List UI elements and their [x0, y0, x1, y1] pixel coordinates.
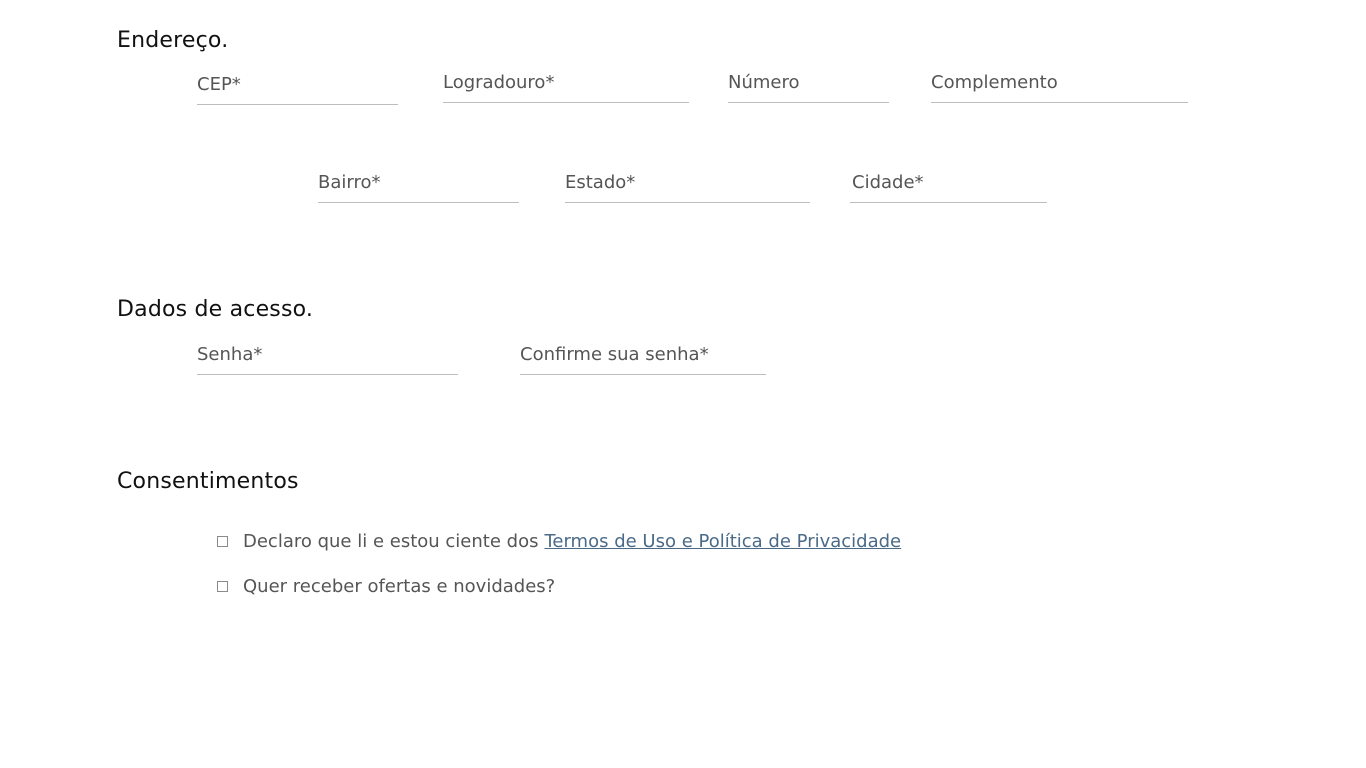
address-section-title: Endereço.	[117, 28, 229, 53]
confirm-password-input[interactable]	[520, 344, 766, 374]
complemento-field[interactable]: Complemento	[931, 72, 1188, 103]
terms-consent-text: Declaro que li e estou ciente dos	[243, 531, 539, 552]
estado-field[interactable]: Estado*	[565, 172, 810, 203]
cep-field[interactable]: CEP*	[197, 74, 398, 105]
estado-input[interactable]	[565, 172, 810, 202]
terms-privacy-link[interactable]: Termos de Uso e Política de Privacidade	[544, 531, 901, 552]
bairro-field[interactable]: Bairro*	[318, 172, 519, 203]
cep-input[interactable]	[197, 74, 398, 104]
terms-checkbox[interactable]	[217, 536, 228, 547]
logradouro-field[interactable]: Logradouro*	[443, 72, 689, 103]
complemento-input[interactable]	[931, 72, 1188, 102]
password-field[interactable]: Senha*	[197, 344, 458, 375]
numero-field[interactable]: Número	[728, 72, 889, 103]
terms-consent-row: Declaro que li e estou ciente dos Termos…	[217, 531, 901, 552]
consents-section-title: Consentimentos	[117, 469, 299, 494]
access-section-title: Dados de acesso.	[117, 297, 314, 322]
offers-checkbox[interactable]	[217, 581, 228, 592]
numero-input[interactable]	[728, 72, 889, 102]
offers-consent-text: Quer receber ofertas e novidades?	[243, 576, 556, 597]
confirm-password-field[interactable]: Confirme sua senha*	[520, 344, 766, 375]
registration-form: Endereço. CEP* Logradouro* Número Comple…	[0, 0, 1366, 768]
logradouro-input[interactable]	[443, 72, 689, 102]
password-input[interactable]	[197, 344, 458, 374]
offers-consent-row: Quer receber ofertas e novidades?	[217, 576, 555, 597]
bairro-input[interactable]	[318, 172, 519, 202]
cidade-field[interactable]: Cidade*	[850, 172, 1047, 203]
cidade-input[interactable]	[850, 172, 1047, 202]
